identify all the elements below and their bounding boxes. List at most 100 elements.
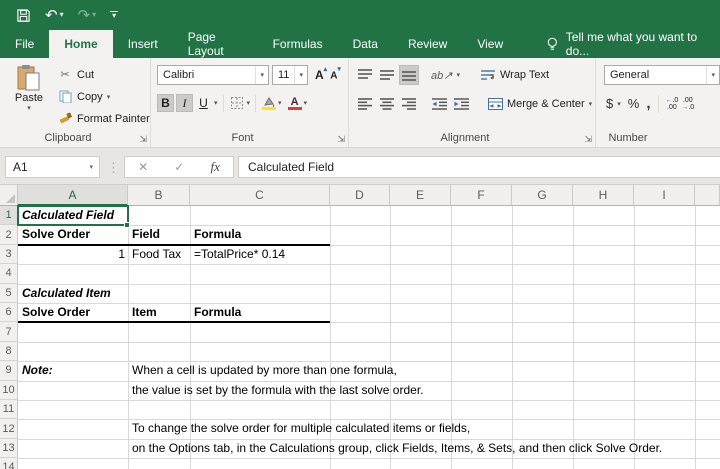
row-header-11[interactable]: 11 (0, 400, 18, 420)
column-header-F[interactable]: F (451, 185, 512, 206)
tab-view[interactable]: View (462, 30, 518, 58)
column-header-H[interactable]: H (573, 185, 634, 206)
align-left-button[interactable] (355, 94, 375, 114)
tab-file[interactable]: File (0, 30, 49, 58)
number-format-combo[interactable]: General ▾ (604, 65, 720, 85)
cell-B13[interactable]: on the Options tab, in the Calculations … (132, 439, 662, 458)
decrease-indent-button[interactable] (429, 94, 449, 114)
tab-page-layout[interactable]: Page Layout (173, 30, 258, 58)
cell-A2[interactable]: Solve Order (22, 225, 125, 244)
orientation-caret-icon[interactable]: ▾ (456, 71, 460, 79)
copy-caret-icon[interactable]: ▾ (107, 93, 111, 101)
cell-A3[interactable]: 1 (22, 245, 125, 264)
top-align-button[interactable] (355, 65, 375, 85)
row-header-3[interactable]: 3 (0, 244, 18, 265)
column-header-E[interactable]: E (390, 185, 451, 206)
borders-caret-icon[interactable]: ▾ (247, 99, 251, 107)
cell-C3[interactable]: =TotalPrice* 0.14 (194, 245, 327, 264)
percent-style-button[interactable]: % (626, 94, 642, 113)
row-header-10[interactable]: 10 (0, 380, 18, 400)
currency-caret-icon[interactable]: ▾ (617, 100, 621, 108)
underline-caret-icon[interactable]: ▾ (214, 99, 218, 107)
enter-button[interactable]: ✓ (174, 160, 184, 174)
column-header-B[interactable]: B (128, 185, 190, 206)
fill-color-button[interactable] (261, 96, 276, 110)
wrap-text-button[interactable]: Wrap Text (478, 66, 551, 85)
tell-me-box[interactable]: Tell me what you want to do... (546, 30, 720, 58)
clipboard-dialog-launcher[interactable]: ⇲ (139, 135, 147, 144)
italic-button[interactable]: I (176, 94, 193, 112)
alignment-dialog-launcher[interactable]: ⇲ (584, 135, 592, 144)
font-size-combo[interactable]: 11 ▾ (272, 65, 308, 85)
cell-A9[interactable]: Note: (22, 361, 125, 380)
cell-C2[interactable]: Formula (194, 225, 327, 244)
cut-button[interactable]: ✂ Cut (55, 65, 152, 84)
column-header-I[interactable]: I (634, 185, 695, 206)
fill-color-caret-icon[interactable]: ▾ (278, 99, 282, 107)
name-box-caret-icon[interactable]: ▾ (83, 163, 99, 171)
row-header-14[interactable]: 14 (0, 458, 18, 469)
row-header-8[interactable]: 8 (0, 341, 18, 362)
column-header-D[interactable]: D (330, 185, 390, 206)
cell-C6[interactable]: Formula (194, 303, 327, 322)
decrease-decimal-button[interactable]: .00 →.0 (681, 97, 694, 111)
copy-button[interactable]: Copy ▾ (55, 87, 152, 106)
number-format-caret-icon[interactable]: ▾ (706, 66, 719, 84)
row-header-2[interactable]: 2 (0, 225, 18, 245)
customize-quick-access-button[interactable]: ▾ (110, 11, 119, 20)
row-header-4[interactable]: 4 (0, 264, 18, 284)
bottom-align-button[interactable] (399, 65, 419, 85)
bold-button[interactable]: B (157, 94, 174, 112)
font-name-caret-icon[interactable]: ▾ (255, 66, 268, 84)
row-header-12[interactable]: 12 (0, 419, 18, 439)
cell-A5[interactable]: Calculated Item (22, 284, 125, 303)
column-header-G[interactable]: G (512, 185, 573, 206)
align-right-button[interactable] (399, 94, 419, 114)
merge-center-caret-icon[interactable]: ▾ (589, 100, 593, 108)
paste-caret-icon[interactable]: ▾ (27, 104, 31, 112)
format-painter-button[interactable]: Format Painter (55, 109, 152, 128)
column-header-partial[interactable] (695, 185, 720, 206)
row-header-5[interactable]: 5 (0, 283, 18, 303)
tab-formulas[interactable]: Formulas (258, 30, 338, 58)
font-color-button[interactable]: A (287, 96, 302, 110)
font-dialog-launcher[interactable]: ⇲ (337, 135, 345, 144)
save-button[interactable] (16, 8, 31, 23)
orientation-button[interactable]: ab↗ ▾ (429, 66, 462, 85)
accounting-format-button[interactable]: $ ▾ (604, 94, 623, 113)
worksheet-grid[interactable]: A B C D E F G H I 1 2 3 4 5 6 7 8 9 10 11 12 13 14 Calculated F… (0, 185, 720, 469)
font-color-caret-icon[interactable]: ▾ (304, 99, 308, 107)
underline-button[interactable]: U (195, 94, 212, 112)
font-size-caret-icon[interactable]: ▾ (294, 66, 307, 84)
cell-B3[interactable]: Food Tax (132, 245, 187, 264)
cell-B6[interactable]: Item (132, 303, 187, 322)
increase-indent-button[interactable] (451, 94, 471, 114)
decrease-font-size-button[interactable]: A▾ (330, 66, 341, 81)
tab-insert[interactable]: Insert (113, 30, 173, 58)
middle-align-button[interactable] (377, 65, 397, 85)
undo-caret-icon[interactable]: ▾ (60, 11, 64, 19)
increase-font-size-button[interactable]: A▴ (315, 66, 327, 82)
formula-input[interactable]: Calculated Field (238, 156, 720, 178)
increase-decimal-button[interactable]: ←.0.00 (665, 97, 678, 111)
fill-handle[interactable] (124, 222, 130, 229)
cell-B12[interactable]: To change the solve order for multiple c… (132, 419, 470, 438)
name-box[interactable]: A1 ▾ (5, 156, 100, 178)
cancel-button[interactable]: ✕ (138, 160, 148, 174)
row-header-13[interactable]: 13 (0, 438, 18, 459)
tab-review[interactable]: Review (393, 30, 462, 58)
cell-A6[interactable]: Solve Order (22, 303, 125, 322)
column-header-A[interactable]: A (18, 185, 128, 206)
row-header-9[interactable]: 9 (0, 361, 18, 381)
cell-B10[interactable]: the value is set by the formula with the… (132, 381, 423, 400)
align-center-button[interactable] (377, 94, 397, 114)
row-header-7[interactable]: 7 (0, 322, 18, 342)
column-header-C[interactable]: C (190, 185, 330, 206)
tab-data[interactable]: Data (338, 30, 393, 58)
row-header-6[interactable]: 6 (0, 303, 18, 323)
select-all-corner[interactable] (0, 185, 18, 206)
cell-B2[interactable]: Field (132, 225, 187, 244)
paste-button[interactable]: Paste ▾ (8, 64, 50, 132)
font-name-combo[interactable]: Calibri ▾ (157, 65, 269, 85)
borders-icon[interactable] (229, 95, 245, 111)
